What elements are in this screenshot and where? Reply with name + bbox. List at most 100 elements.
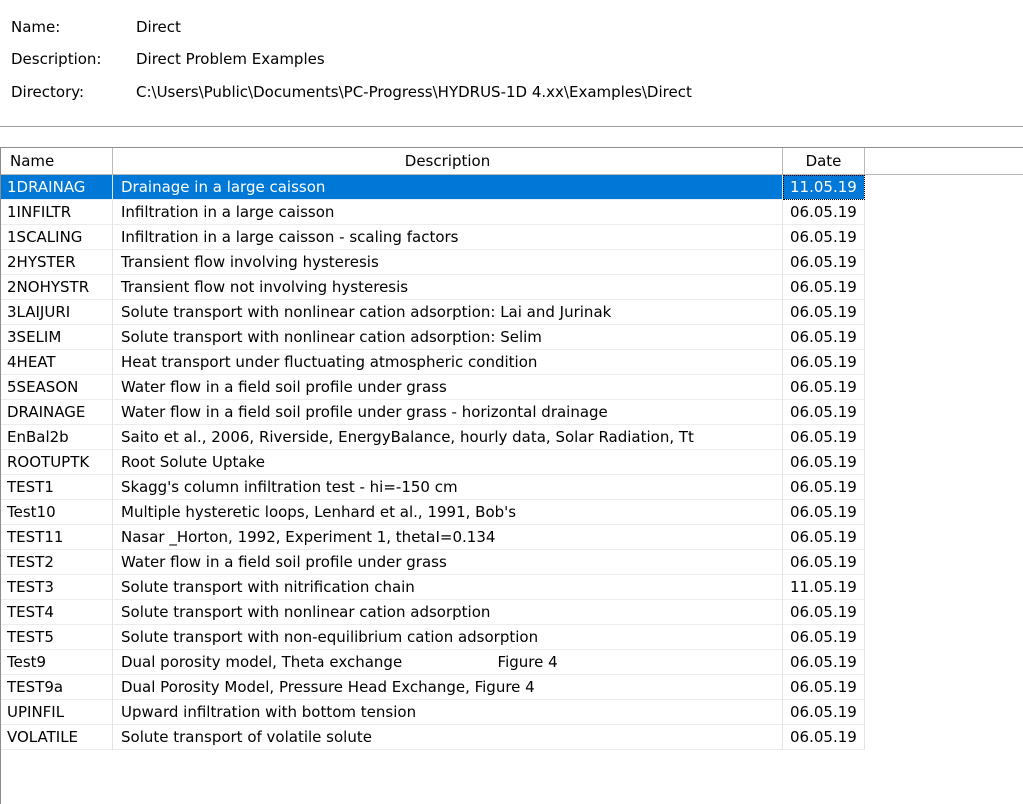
name-row: Name: Direct [11, 17, 181, 37]
cell-date: 06.05.19 [783, 725, 865, 750]
cell-date: 06.05.19 [783, 700, 865, 725]
cell-description: Solute transport with nonlinear cation a… [113, 325, 783, 350]
directory-row: Directory: C:\Users\Public\Documents\PC-P… [11, 82, 692, 102]
table-row[interactable]: TEST2 Water flow in a field soil profile … [1, 550, 865, 575]
cell-date: 06.05.19 [783, 275, 865, 300]
cell-name: ROOTUPTK [1, 450, 113, 475]
table-row[interactable]: ROOTUPTK Root Solute Uptake 06.05.19 [1, 450, 865, 475]
description-label: Description: [11, 50, 102, 68]
column-header-name[interactable]: Name [1, 148, 113, 175]
table-row[interactable]: TEST11 Nasar _Horton, 1992, Experiment 1,… [1, 525, 865, 550]
table-row[interactable]: 3LAIJURI Solute transport with nonlinear … [1, 300, 865, 325]
cell-date: 06.05.19 [783, 225, 865, 250]
column-header-filler [865, 148, 1023, 175]
table-row[interactable]: 4HEAT Heat transport under fluctuating at… [1, 350, 865, 375]
cell-date: 06.05.19 [783, 550, 865, 575]
cell-name: TEST5 [1, 625, 113, 650]
cell-name: Test9 [1, 650, 113, 675]
table-row[interactable]: UPINFIL Upward infiltration with bottom t… [1, 700, 865, 725]
table-row[interactable]: TEST4 Solute transport with nonlinear cat… [1, 600, 865, 625]
cell-date: 06.05.19 [783, 450, 865, 475]
cell-description: Water flow in a field soil profile under… [113, 375, 783, 400]
cell-date: 06.05.19 [783, 325, 865, 350]
cell-date: 06.05.19 [783, 200, 865, 225]
table-row[interactable]: 3SELIM Solute transport with nonlinear ca… [1, 325, 865, 350]
cell-description: Solute transport with nonlinear cation a… [113, 300, 783, 325]
cell-name: 2HYSTER [1, 250, 113, 275]
cell-date: 06.05.19 [783, 650, 865, 675]
table-row[interactable]: 1INFILTR Infiltration in a large caisson 0… [1, 200, 865, 225]
cell-name: TEST3 [1, 575, 113, 600]
table-row[interactable]: TEST9a Dual Porosity Model, Pressure Head… [1, 675, 865, 700]
cell-name: 1DRAINAG [1, 175, 113, 200]
cell-date: 06.05.19 [783, 350, 865, 375]
table-row[interactable]: Test10 Multiple hysteretic loops, Lenhard… [1, 500, 865, 525]
cell-name: VOLATILE [1, 725, 113, 750]
cell-name: Test10 [1, 500, 113, 525]
cell-description: Nasar _Horton, 1992, Experiment 1, theta… [113, 525, 783, 550]
cell-date: 06.05.19 [783, 375, 865, 400]
cell-name: 5SEASON [1, 375, 113, 400]
table-row[interactable]: Test9 Dual porosity model, Theta exchange… [1, 650, 865, 675]
cell-date: 11.05.19 [783, 575, 865, 600]
cell-date: 06.05.19 [783, 625, 865, 650]
table-row[interactable]: 1SCALING Infiltration in a large caisson … [1, 225, 865, 250]
cell-name: 3LAIJURI [1, 300, 113, 325]
cell-description: Water flow in a field soil profile under… [113, 550, 783, 575]
table-row[interactable]: DRAINAGE Water flow in a field soil profi… [1, 400, 865, 425]
cell-date: 11.05.19 [783, 175, 865, 200]
cell-name: 3SELIM [1, 325, 113, 350]
cell-date: 06.05.19 [783, 400, 865, 425]
directory-value: C:\Users\Public\Documents\PC-Progress\HY… [136, 83, 692, 101]
name-label: Name: [11, 18, 61, 36]
cell-description: Transient flow involving hysteresis [113, 250, 783, 275]
cell-description: Upward infiltration with bottom tension [113, 700, 783, 725]
cell-description: Dual porosity model, Theta exchange Figu… [113, 650, 783, 675]
table-row[interactable]: EnBal2b Saito et al., 2006, Riverside, En… [1, 425, 865, 450]
cell-description: Infiltration in a large caisson - scalin… [113, 225, 783, 250]
cell-description: Solute transport of volatile solute [113, 725, 783, 750]
table-row[interactable]: 5SEASON Water flow in a field soil profil… [1, 375, 865, 400]
cell-date: 06.05.19 [783, 525, 865, 550]
description-value: Direct Problem Examples [136, 50, 325, 68]
table-row[interactable]: TEST1 Skagg's column infiltration test - … [1, 475, 865, 500]
cell-name: DRAINAGE [1, 400, 113, 425]
column-header-description[interactable]: Description [113, 148, 783, 175]
cell-description: Solute transport with nonlinear cation a… [113, 600, 783, 625]
cell-date: 06.05.19 [783, 250, 865, 275]
cell-date: 06.05.19 [783, 600, 865, 625]
cell-description: Drainage in a large caisson [113, 175, 783, 200]
table-row[interactable]: 2HYSTER Transient flow involving hysteres… [1, 250, 865, 275]
cell-name: TEST2 [1, 550, 113, 575]
column-header-date[interactable]: Date [783, 148, 865, 175]
examples-table[interactable]: Name Description Date 1DRAINAG Drainage i… [0, 147, 1023, 804]
cell-name: 1SCALING [1, 225, 113, 250]
cell-name: 2NOHYSTR [1, 275, 113, 300]
cell-description: Water flow in a field soil profile under… [113, 400, 783, 425]
cell-name: TEST9a [1, 675, 113, 700]
description-row: Description: Direct Problem Examples [11, 49, 325, 69]
project-info-panel: Name: Direct Description: Direct Problem E… [0, 0, 1023, 126]
cell-name: 4HEAT [1, 350, 113, 375]
table-row[interactable]: VOLATILE Solute transport of volatile sol… [1, 725, 865, 750]
cell-name: EnBal2b [1, 425, 113, 450]
cell-description: Saito et al., 2006, Riverside, EnergyBal… [113, 425, 783, 450]
name-value: Direct [136, 18, 181, 36]
cell-date: 06.05.19 [783, 675, 865, 700]
cell-description: Skagg's column infiltration test - hi=-1… [113, 475, 783, 500]
table-row[interactable]: 2NOHYSTR Transient flow not involving hys… [1, 275, 865, 300]
cell-name: TEST4 [1, 600, 113, 625]
cell-date: 06.05.19 [783, 475, 865, 500]
table-row[interactable]: 1DRAINAG Drainage in a large caisson 11.05… [1, 175, 865, 200]
cell-description: Multiple hysteretic loops, Lenhard et al… [113, 500, 783, 525]
table-row[interactable]: TEST5 Solute transport with non-equilibri… [1, 625, 865, 650]
cell-date: 06.05.19 [783, 300, 865, 325]
cell-name: 1INFILTR [1, 200, 113, 225]
cell-description: Heat transport under fluctuating atmosph… [113, 350, 783, 375]
cell-name: TEST1 [1, 475, 113, 500]
cell-date: 06.05.19 [783, 500, 865, 525]
separator [0, 126, 1023, 127]
cell-name: UPINFIL [1, 700, 113, 725]
cell-description: Infiltration in a large caisson [113, 200, 783, 225]
table-row[interactable]: TEST3 Solute transport with nitrification… [1, 575, 865, 600]
